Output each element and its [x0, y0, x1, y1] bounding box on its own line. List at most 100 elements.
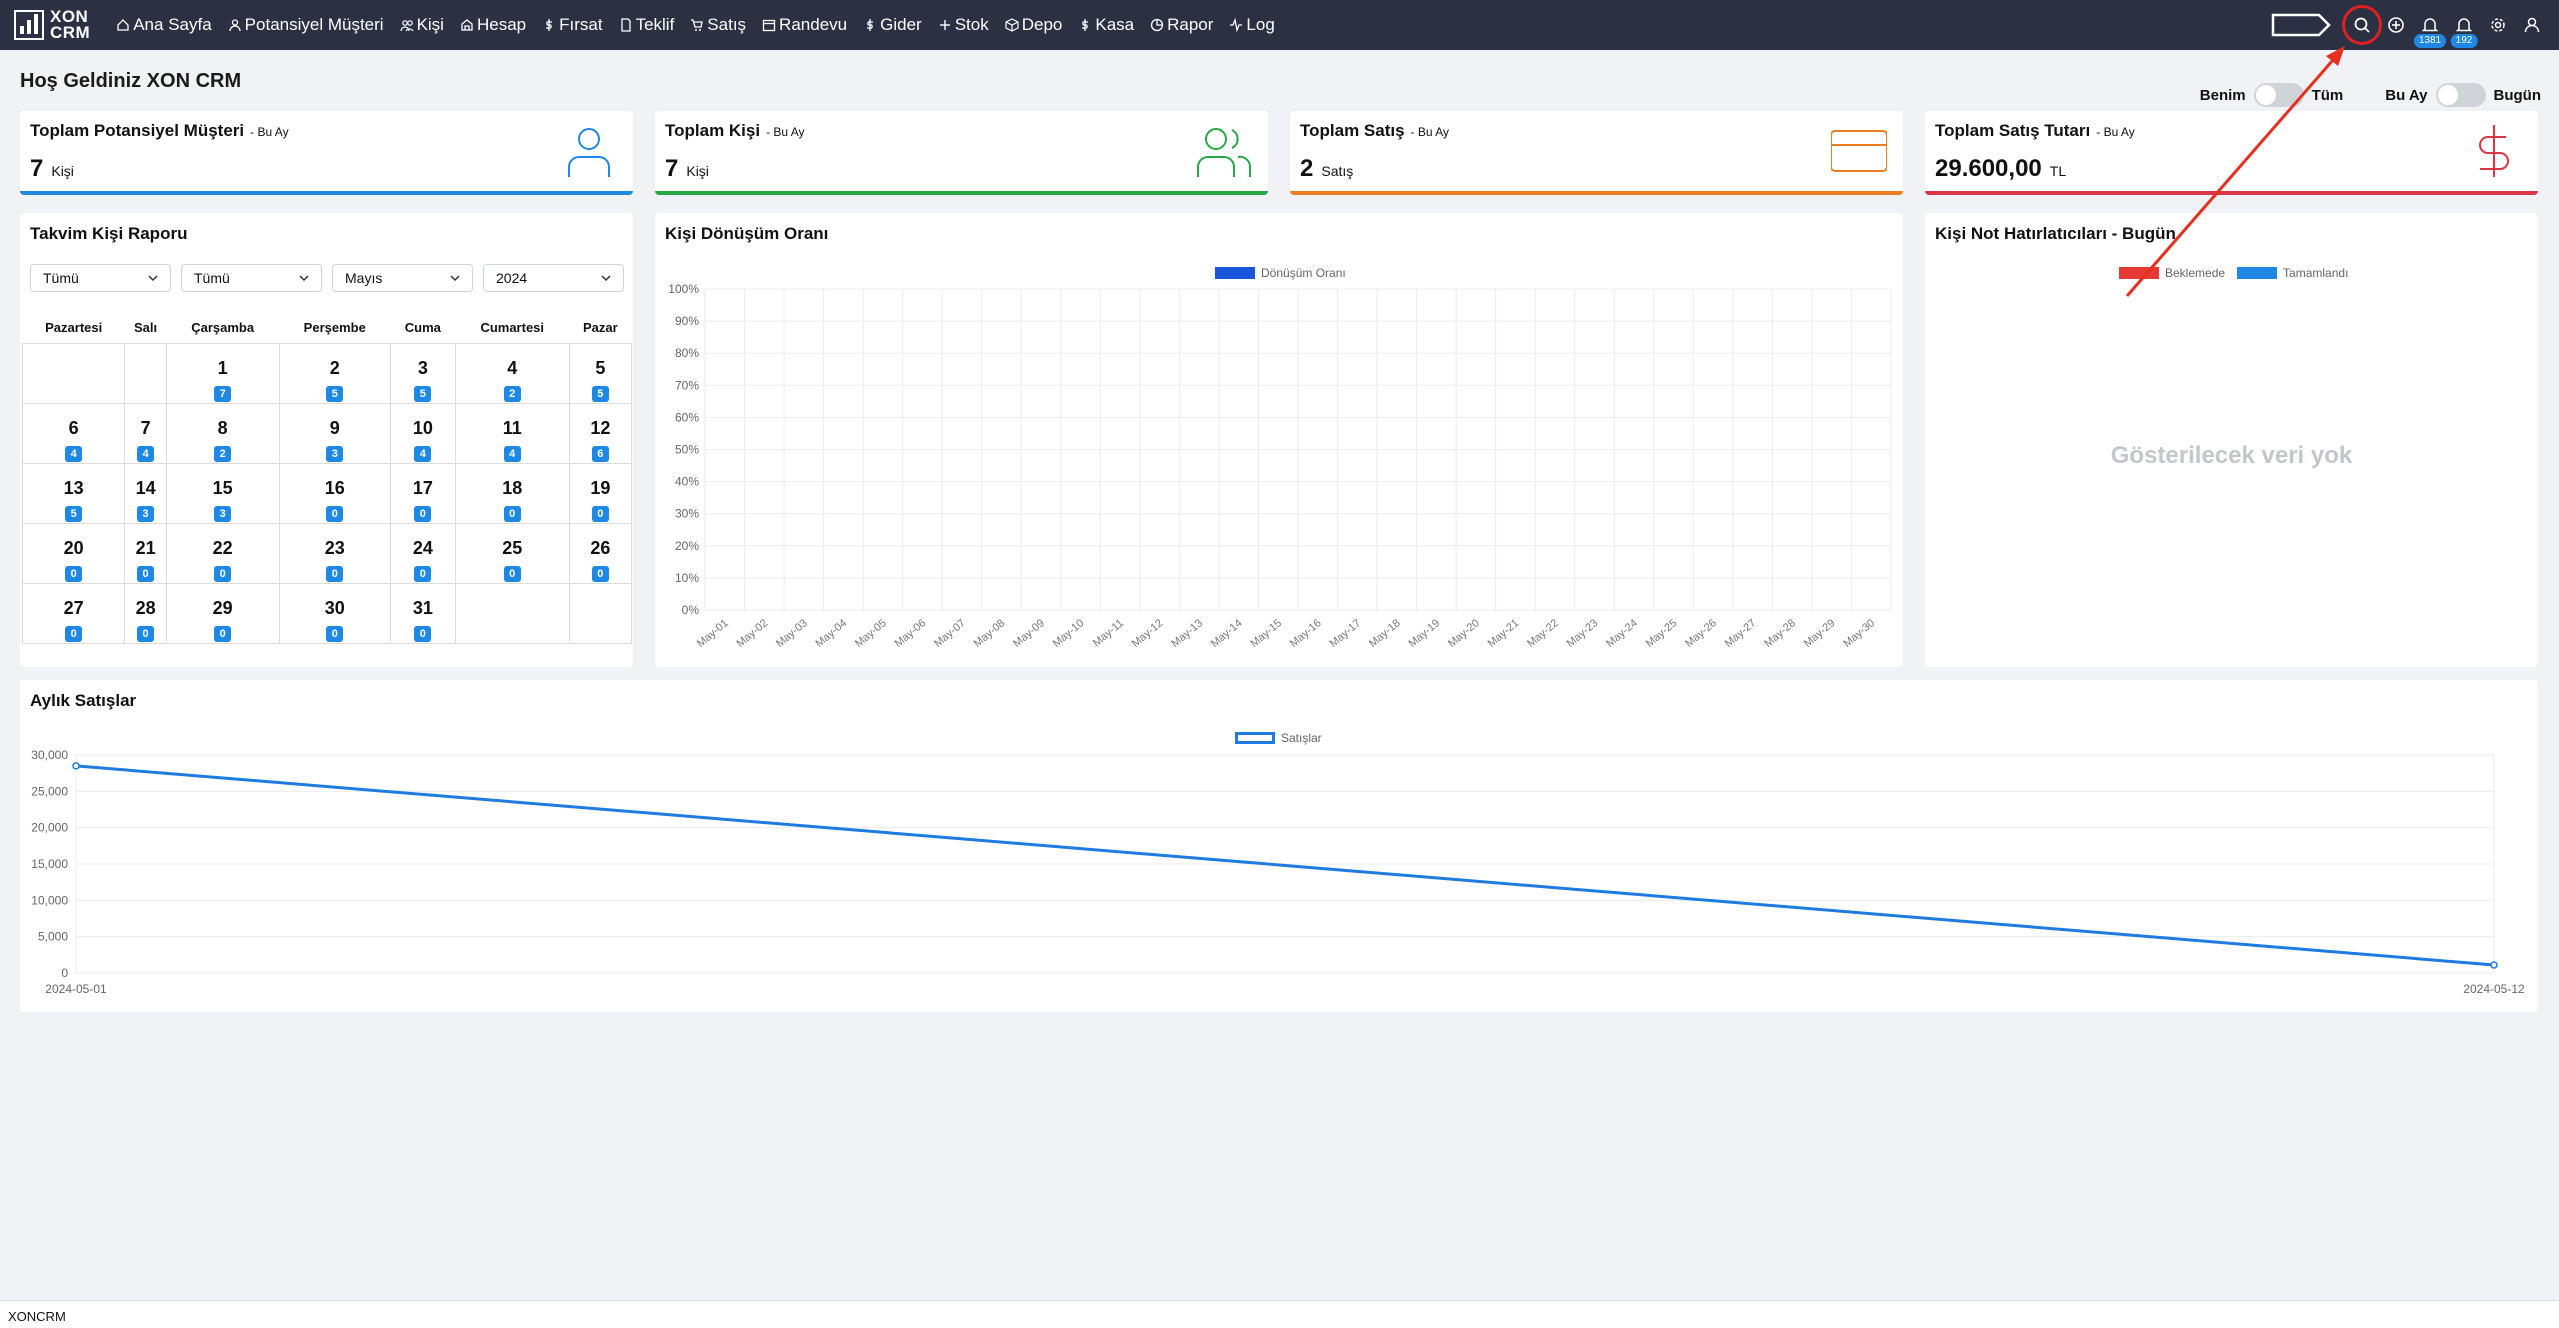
notifications-button[interactable]: 1381 [2413, 8, 2447, 48]
scope-toggle[interactable] [2253, 83, 2304, 107]
select-value: Mayıs [345, 270, 383, 286]
nav-item-4[interactable]: Hesap [460, 15, 526, 35]
calendar-day-cell[interactable]: 82 [165, 402, 280, 464]
stat-card-potential-customers: Toplam Potansiyel Müşteri - Bu Ay 7 Kişi [20, 111, 633, 195]
calendar-day-cell[interactable]: 27 0 [21, 582, 126, 644]
x-tick-label: May-09 [1011, 617, 1047, 650]
nav-item-11[interactable]: Depo [1005, 15, 1062, 35]
calendar-day-cell[interactable]: 74 [124, 402, 167, 464]
calendar-day-cell[interactable]: 29 0 [165, 582, 280, 644]
y-tick-label: 80% [675, 346, 699, 360]
day-count-badge: 4 [503, 445, 521, 462]
chart-icon [1150, 18, 1164, 32]
period-toggle[interactable] [2435, 83, 2486, 107]
calendar-day-cell[interactable]: 15 3 [165, 462, 280, 524]
calendar-day-cell[interactable]: 13 5 [21, 462, 126, 524]
nav-item-13[interactable]: Rapor [1150, 15, 1213, 35]
calendar-day-cell[interactable]: 12 6 [568, 402, 633, 464]
calendar-day-cell[interactable]: 31 0 [389, 582, 456, 644]
y-tick-label: 70% [675, 378, 699, 392]
day-count-badge: 3 [326, 445, 344, 462]
calendar-day-cell[interactable]: 22 0 [165, 522, 280, 584]
nav-item-2[interactable]: Potansiyel Müşteri [228, 15, 384, 35]
x-tick-label: May-08 [972, 617, 1008, 650]
people-icon [1197, 128, 1252, 177]
day-number: 31 [412, 597, 433, 618]
nav-item-10[interactable]: Stok [938, 15, 989, 35]
nav-item-1[interactable]: Ana Sayfa [116, 15, 212, 35]
calendar-day-cell[interactable]: 16 0 [278, 462, 391, 524]
chevron-down-icon [601, 275, 611, 282]
calendar-day-cell[interactable]: 28 0 [124, 582, 167, 644]
day-number: 10 [412, 417, 433, 438]
x-tick-label: May-03 [774, 617, 810, 650]
calendar-day-cell[interactable]: 64 [21, 402, 126, 464]
arrow-shape-icon[interactable] [2271, 12, 2333, 38]
nav-item-9[interactable]: Gider [863, 15, 922, 35]
user-menu-button[interactable] [2515, 8, 2549, 42]
data-point[interactable] [72, 762, 80, 770]
person-icon [568, 128, 610, 177]
calendar-day-cell[interactable]: 25 [278, 342, 391, 404]
settings-button[interactable] [2481, 8, 2515, 42]
legend-item-pending[interactable]: Beklemede [2119, 266, 2225, 280]
plus-icon [939, 20, 950, 30]
nav-item-3[interactable]: Kişi [399, 15, 444, 35]
day-count-badge: 3 [137, 505, 155, 522]
day-number: 3 [417, 357, 428, 378]
home-icon [117, 19, 129, 31]
nav-item-5[interactable]: Fırsat [542, 15, 603, 35]
nav-item-14[interactable]: Log [1229, 15, 1275, 35]
day-count-badge: 5 [326, 385, 344, 402]
select-value: 2024 [496, 270, 528, 286]
calendar-day-cell[interactable]: 20 0 [21, 522, 126, 584]
filter-select-1[interactable]: Tümü [30, 264, 171, 292]
year-select[interactable]: 2024 [483, 264, 624, 292]
alerts-button[interactable]: 192 [2447, 8, 2481, 48]
calendar-day-cell[interactable]: 24 0 [389, 522, 456, 584]
x-tick-label: 2024-05-01 [45, 982, 107, 996]
calendar-day-cell[interactable]: 11 4 [454, 402, 570, 464]
filter-select-2[interactable]: Tümü [181, 264, 322, 292]
y-tick-label: 10,000 [31, 893, 68, 907]
nav-item-12[interactable]: Kasa [1078, 15, 1134, 35]
day-count-badge: 0 [137, 565, 155, 582]
day-number: 2 [329, 357, 340, 378]
calendar-day-cell[interactable]: 10 4 [389, 402, 456, 464]
calendar-day-cell[interactable]: 17 [165, 342, 280, 404]
calendar-day-cell[interactable]: 23 0 [278, 522, 391, 584]
nav-item-6[interactable]: Teklif [619, 15, 674, 35]
y-tick-label: 60% [675, 410, 699, 424]
calendar-day-cell[interactable]: 19 0 [568, 462, 633, 524]
nav-item-8[interactable]: Randevu [762, 15, 847, 35]
calendar-empty-cell [454, 582, 570, 644]
calendar-week-row: 1725354255 [21, 342, 633, 404]
panel-title: Takvim Kişi Raporu [30, 224, 188, 243]
y-tick-label: 30% [675, 507, 699, 521]
search-button[interactable] [2342, 5, 2382, 45]
calendar-day-cell[interactable]: 30 0 [278, 582, 391, 644]
search-highlight-circle [2342, 5, 2382, 45]
calendar-day-cell[interactable]: 17 0 [389, 462, 456, 524]
calendar-day-cell[interactable]: 14 3 [124, 462, 167, 524]
calendar-day-cell[interactable]: 26 0 [568, 522, 633, 584]
nav-item-label: Log [1246, 15, 1275, 34]
day-count-badge: 0 [414, 505, 432, 522]
app-logo[interactable]: XON CRM [14, 8, 90, 41]
stat-color-bar [1925, 191, 2538, 195]
calendar-day-cell[interactable]: 93 [278, 402, 391, 464]
nav-item-7[interactable]: Satış [690, 15, 746, 35]
y-tick-label: 100% [668, 282, 699, 296]
calendar-day-cell[interactable]: 25 0 [454, 522, 570, 584]
calendar-day-cell[interactable]: 42 [454, 342, 570, 404]
calendar-day-cell[interactable]: 21 0 [124, 522, 167, 584]
month-select[interactable]: Mayıs [332, 264, 473, 292]
calendar-day-cell[interactable]: 55 [568, 342, 633, 404]
data-point[interactable] [2490, 961, 2498, 969]
y-tick-label: 30,000 [31, 748, 68, 762]
add-button[interactable] [2379, 8, 2413, 42]
legend-item-completed[interactable]: Tamamlandı [2237, 266, 2348, 280]
x-tick-label: May-11 [1091, 617, 1126, 649]
calendar-day-cell[interactable]: 35 [389, 342, 456, 404]
calendar-day-cell[interactable]: 18 0 [454, 462, 570, 524]
